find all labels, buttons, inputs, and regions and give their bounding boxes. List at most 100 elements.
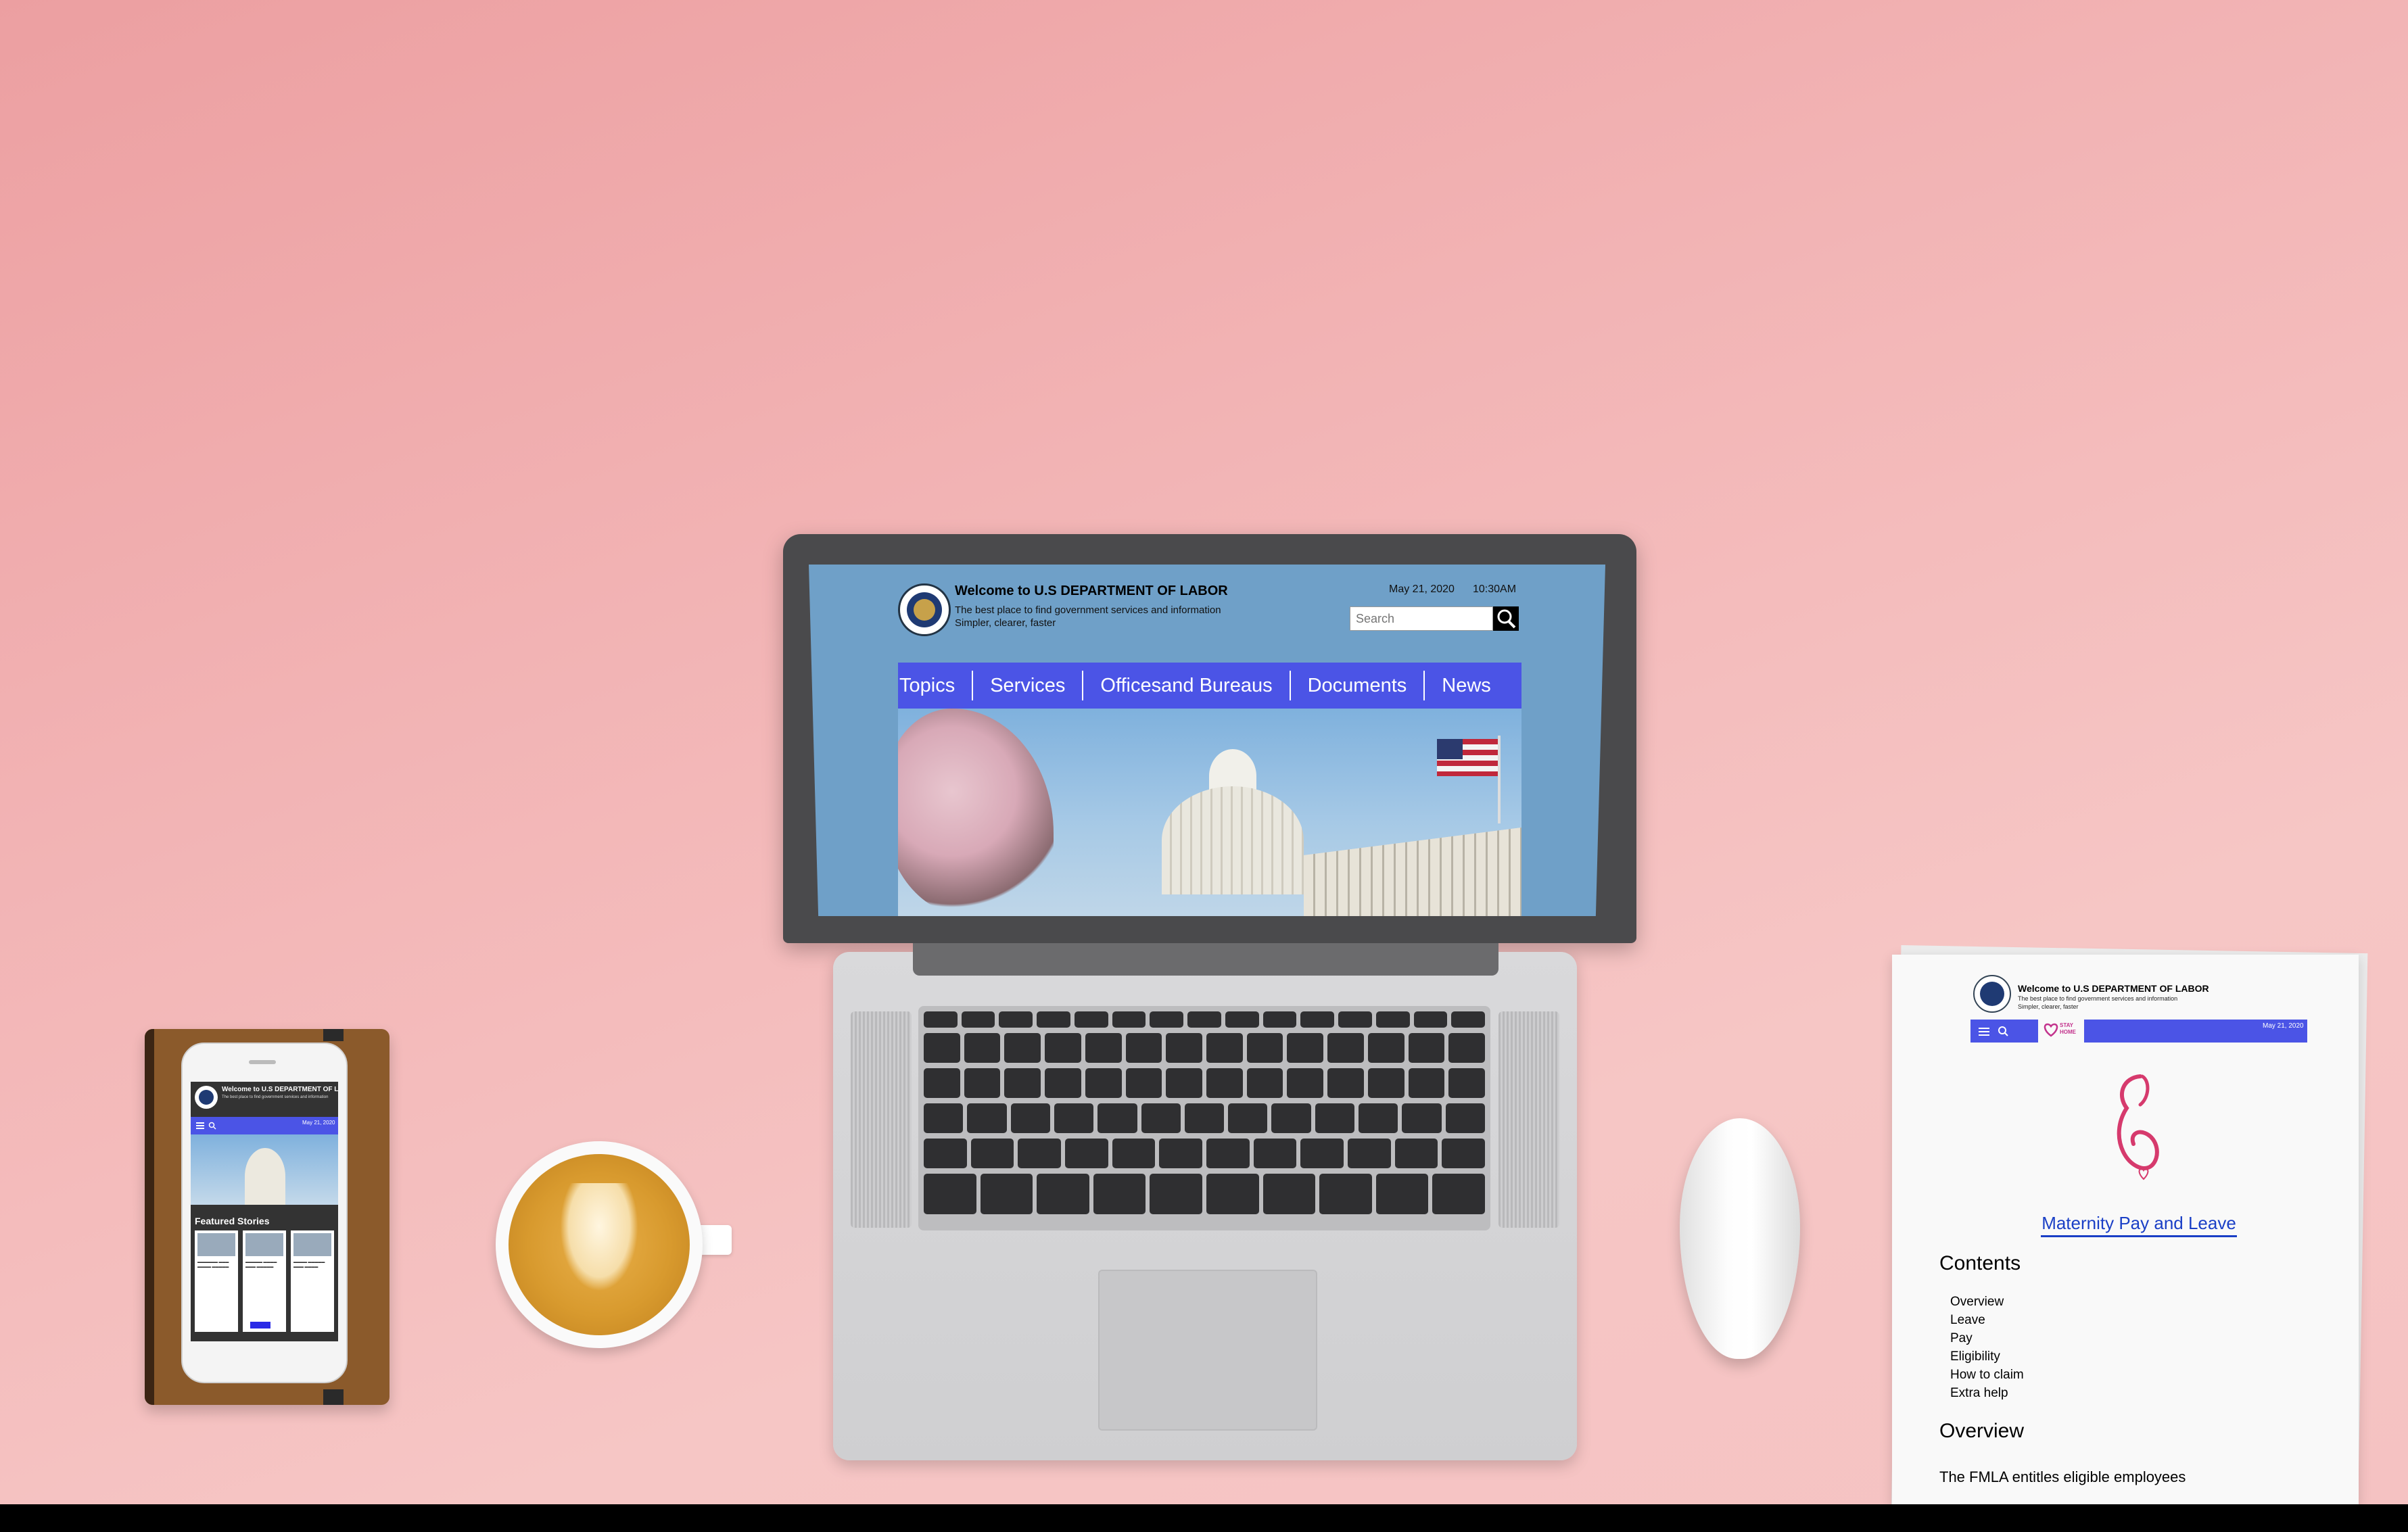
contents-item[interactable]: Overview [1950,1293,2024,1311]
us-flag-canton [1437,739,1463,759]
keyboard-key [1338,1011,1372,1028]
keyboard-key [1037,1174,1089,1214]
keyboard-key [1074,1011,1108,1028]
keyboard-key [1097,1103,1137,1133]
keyboard-key [1319,1174,1372,1214]
keyboard-key [1448,1068,1485,1098]
load-more-button[interactable] [250,1322,270,1328]
keyboard-key [964,1033,1001,1063]
keyboard-key [1166,1068,1202,1098]
contents-item[interactable]: Leave [1950,1311,2024,1329]
contents-item[interactable]: How to claim [1950,1366,2024,1384]
nav-topics[interactable]: Topics [898,671,972,700]
site-title: Welcome to U.S DEPARTMENT OF LABOR [955,583,1228,598]
dol-seal-logo [1973,975,2011,1013]
keyboard-key [1442,1139,1485,1168]
printed-page: Welcome to U.S DEPARTMENT OF LABOR The b… [1892,955,2359,1505]
mobile-hero-image [191,1134,338,1205]
contents-item[interactable]: Eligibility [1950,1347,2024,1366]
notebook-spine [145,1029,154,1405]
nav-offices-bureaus[interactable]: Officesand Bureaus [1082,671,1289,700]
mobile-site-title: Welcome to U.S DEPARTMENT OF LABOR [222,1086,338,1093]
keyboard-key [1045,1033,1081,1063]
keyboard-key [1413,1011,1448,1028]
flag-pole [1498,736,1501,823]
keyboard-key [1093,1174,1146,1214]
mobile-nav: May 21, 2020 [191,1117,338,1134]
keyboard-key [1184,1103,1225,1133]
right-speaker [1498,1011,1559,1228]
keyboard-key [924,1033,960,1063]
keyboard-key [970,1139,1014,1168]
keyboard-key [1004,1068,1041,1098]
keyboard-key [1448,1033,1485,1063]
keyboard-key [1141,1103,1181,1133]
maternity-pay-link[interactable]: Maternity Pay and Leave [2041,1213,2237,1237]
keyboard-key [1300,1139,1344,1168]
keyboard-key [1045,1068,1081,1098]
dol-website: Welcome to U.S DEPARTMENT OF LABOR The b… [809,565,1605,916]
keyboard-key [1253,1139,1297,1168]
keyboard-key [1206,1174,1259,1214]
mobile-site-subtitle: The best place to find government servic… [222,1095,329,1099]
keyboard-key [1367,1068,1404,1098]
keyboard-key [1327,1033,1364,1063]
keyboard-key [1359,1103,1398,1133]
keyboard-key [1402,1103,1442,1133]
keyboard-key [1262,1174,1316,1214]
dol-seal-logo[interactable] [898,583,951,636]
pregnant-mother-icon [2117,1074,2159,1180]
keyboard-key [1018,1139,1061,1168]
capitol-dome [245,1148,285,1205]
keyboard-key [1262,1011,1297,1028]
stay-home-badge: STAY HOME [2042,1022,2080,1040]
keyboard-key [1187,1011,1221,1028]
keyboard-key [924,1068,960,1098]
nav-documents[interactable]: Documents [1289,671,1424,700]
computer-mouse [1680,1118,1800,1359]
keyboard-key [1010,1103,1050,1133]
contents-item[interactable]: Pay [1950,1329,2024,1347]
search-button[interactable] [1493,606,1519,631]
keyboard-key [1287,1068,1324,1098]
search-icon [1998,1026,2008,1036]
keyboard-key [1112,1011,1146,1028]
keyboard-key [1445,1103,1485,1133]
keyboard-key [924,1103,964,1133]
overview-heading: Overview [1939,1420,2025,1442]
latte-art [560,1183,638,1291]
phone-speaker [249,1060,276,1064]
capitol-hero-image [898,709,1521,916]
capitol-building [1304,827,1521,916]
trackpad [1098,1270,1317,1431]
mobile-date: May 21, 2020 [302,1120,335,1126]
contents-item[interactable]: Extra help [1950,1384,2024,1402]
search-icon[interactable] [208,1122,216,1130]
keyboard-key [1367,1033,1404,1063]
keyboard-key [967,1103,1007,1133]
keyboard-key [1375,1174,1429,1214]
keyboard-key [980,1174,1033,1214]
keyboard-key [1166,1033,1202,1063]
nav-news[interactable]: News [1423,671,1508,700]
site-date: May 21, 2020 [1389,583,1455,595]
keyboard-key [1037,1011,1070,1028]
keyboard [918,1006,1490,1230]
dol-seal-logo[interactable] [195,1086,218,1109]
paper-site-tagline: Simpler, clearer, faster [2018,1003,2079,1010]
bottom-black-bar [0,1504,2408,1532]
nav-services[interactable]: Services [972,671,1082,700]
keyboard-key [1246,1068,1283,1098]
keyboard-key [1054,1103,1094,1133]
menu-icon[interactable] [196,1122,204,1129]
keyboard-key [1432,1174,1485,1214]
site-subtitle: The best place to find government servic… [955,604,1221,616]
phone-screen: Welcome to U.S DEPARTMENT OF LABOR The b… [191,1082,338,1341]
overview-body-text: The FMLA entitles eligible employees [1939,1468,2186,1485]
story-card[interactable]: ▬▬▬▬▬ ▬▬▬▬ ▬▬▬ ▬▬▬▬▬ [243,1230,286,1332]
search-input[interactable] [1350,606,1493,631]
story-card[interactable]: ▬▬▬▬▬▬ ▬▬▬ ▬▬▬▬ ▬▬▬▬▬ [195,1230,238,1332]
paper-date: May 21, 2020 [2263,1022,2304,1030]
keyboard-key [1150,1011,1184,1028]
story-card[interactable]: ▬▬▬▬ ▬▬▬▬▬ ▬▬▬ ▬▬▬▬ [291,1230,334,1332]
